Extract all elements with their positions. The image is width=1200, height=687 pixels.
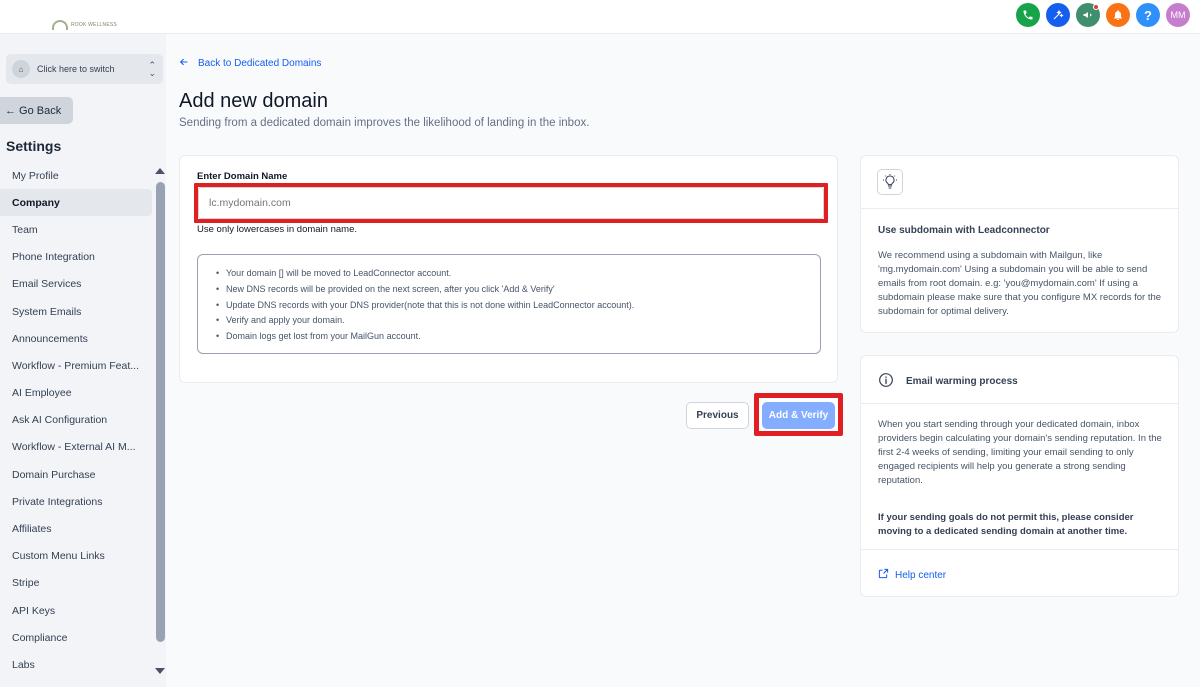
- sidebar-item-stripe[interactable]: Stripe: [0, 570, 152, 597]
- help-center-label: Help center: [895, 569, 947, 581]
- subdomain-tip-card: Use subdomain with Leadconnector We reco…: [860, 155, 1179, 333]
- sidebar-item-affiliates[interactable]: Affiliates: [0, 515, 152, 542]
- scrollbar-thumb[interactable]: [156, 182, 165, 642]
- domain-input[interactable]: [198, 187, 824, 219]
- sidebar-item-workflow-premium[interactable]: Workflow - Premium Feat...: [0, 352, 152, 379]
- arrow-left-icon: [179, 57, 189, 70]
- megaphone-icon[interactable]: [1076, 3, 1100, 27]
- settings-menu: My Profile Company Team Phone Integratio…: [0, 162, 152, 679]
- warming-header: Email warming process: [878, 372, 1018, 391]
- page-subtitle: Sending from a dedicated domain improves…: [179, 117, 590, 129]
- lightbulb-icon: [877, 169, 903, 195]
- notes-box: Your domain [] will be moved to LeadConn…: [197, 254, 821, 354]
- avatar[interactable]: MM: [1166, 3, 1190, 27]
- phone-icon[interactable]: [1016, 3, 1040, 27]
- sidebar: ⌂ Click here to switch ⌃ ⌄ ← Go Back Sett…: [0, 34, 166, 687]
- domain-input-highlight: [194, 183, 828, 223]
- sidebar-item-phone-integration[interactable]: Phone Integration: [0, 244, 152, 271]
- sidebar-item-my-profile[interactable]: My Profile: [0, 162, 152, 189]
- settings-title: Settings: [6, 138, 62, 154]
- sidebar-item-ai-employee[interactable]: AI Employee: [0, 380, 152, 407]
- sidebar-item-system-emails[interactable]: System Emails: [0, 298, 152, 325]
- tip-title: Use subdomain with Leadconnector: [878, 225, 1050, 236]
- sidebar-item-api-keys[interactable]: API Keys: [0, 597, 152, 624]
- switcher-label: Click here to switch: [37, 64, 115, 74]
- add-verify-highlight: Add & Verify: [754, 393, 843, 436]
- logo-text: ROOK WELLNESS: [71, 22, 117, 28]
- page-title: Add new domain: [179, 90, 328, 112]
- note-item: Update DNS records with your DNS provide…: [214, 298, 820, 314]
- external-link-icon: [878, 568, 889, 582]
- sidebar-item-labs[interactable]: Labs: [0, 651, 152, 678]
- top-bar: ROOK WELLNESS ? MM: [0, 0, 1200, 34]
- magic-wand-icon[interactable]: [1046, 3, 1070, 27]
- sidebar-item-email-services[interactable]: Email Services: [0, 271, 152, 298]
- chevron-updown-icon: ⌃ ⌄: [148, 60, 156, 78]
- domain-hint: Use only lowercases in domain name.: [197, 224, 357, 235]
- account-switcher[interactable]: ⌂ Click here to switch ⌃ ⌄: [6, 54, 163, 84]
- warming-body: When you start sending through your dedi…: [878, 419, 1162, 486]
- domain-label: Enter Domain Name: [197, 171, 288, 182]
- back-link-label: Back to Dedicated Domains: [198, 58, 322, 69]
- sidebar-item-compliance[interactable]: Compliance: [0, 624, 152, 651]
- warming-card: Email warming process When you start sen…: [860, 355, 1179, 597]
- divider: [861, 549, 1178, 550]
- company-logo[interactable]: ROOK WELLNESS: [52, 14, 118, 36]
- back-to-domains-link[interactable]: Back to Dedicated Domains: [179, 57, 321, 70]
- warming-note: If your sending goals do not permit this…: [878, 512, 1134, 537]
- top-icons: ? MM: [1016, 3, 1190, 27]
- bell-icon[interactable]: [1106, 3, 1130, 27]
- sidebar-item-custom-menu-links[interactable]: Custom Menu Links: [0, 543, 152, 570]
- sidebar-item-announcements[interactable]: Announcements: [0, 325, 152, 352]
- help-center-link[interactable]: Help center: [878, 568, 946, 582]
- sidebar-item-private-integrations[interactable]: Private Integrations: [0, 488, 152, 515]
- previous-button[interactable]: Previous: [686, 402, 749, 429]
- go-back-button[interactable]: ← Go Back: [0, 97, 73, 124]
- note-item: Your domain [] will be moved to LeadConn…: [214, 266, 820, 282]
- sidebar-item-ask-ai[interactable]: Ask AI Configuration: [0, 407, 152, 434]
- warming-title: Email warming process: [906, 376, 1018, 387]
- scroll-down-arrow[interactable]: [155, 668, 165, 674]
- sidebar-item-domain-purchase[interactable]: Domain Purchase: [0, 461, 152, 488]
- divider: [861, 403, 1178, 404]
- add-verify-button[interactable]: Add & Verify: [762, 402, 835, 429]
- note-item: Domain logs get lost from your MailGun a…: [214, 329, 820, 345]
- location-icon: ⌂: [12, 60, 30, 78]
- note-item: Verify and apply your domain.: [214, 313, 820, 329]
- domain-form-card: Enter Domain Name Use only lowercases in…: [179, 155, 838, 383]
- scroll-up-arrow[interactable]: [155, 168, 165, 174]
- sidebar-item-team[interactable]: Team: [0, 216, 152, 243]
- help-icon[interactable]: ?: [1136, 3, 1160, 27]
- notification-dot: [1093, 4, 1099, 10]
- divider: [861, 208, 1178, 209]
- tip-body: We recommend using a subdomain with Mail…: [878, 250, 1162, 317]
- note-item: New DNS records will be provided on the …: [214, 282, 820, 298]
- sidebar-item-workflow-external-ai[interactable]: Workflow - External AI M...: [0, 434, 152, 461]
- info-icon: [878, 372, 894, 391]
- sidebar-item-company[interactable]: Company: [0, 189, 152, 217]
- logo-mark-icon: [52, 20, 68, 30]
